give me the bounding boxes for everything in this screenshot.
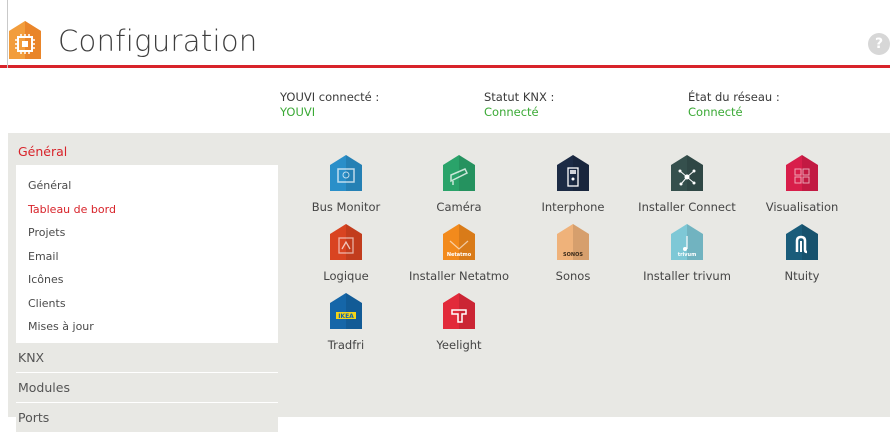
svg-text:SONOS: SONOS [563, 252, 583, 258]
status-label: Statut KNX : [484, 90, 555, 104]
visualisation-icon [786, 155, 818, 191]
help-icon[interactable]: ? [868, 33, 890, 55]
interphone-icon [557, 155, 589, 191]
camera-icon [443, 155, 475, 191]
svg-text:Netatmo: Netatmo [447, 252, 472, 258]
tradfri-icon: IKEA [330, 293, 362, 329]
sidebar-item-email[interactable]: Email [16, 245, 278, 269]
module-label: Yeelight [436, 338, 482, 352]
app-header: Configuration ? [0, 0, 890, 68]
module-tile-interphone[interactable]: Interphone [517, 154, 629, 214]
sidebar: Général Général Tableau de bord Projets … [16, 137, 278, 433]
status-label: YOUVI connecté : [280, 90, 380, 104]
page-title: Configuration [58, 24, 258, 58]
status-value: YOUVI [280, 105, 316, 119]
module-label: Installer Connect [638, 200, 736, 214]
sidebar-menu-general: Général Tableau de bord Projets Email Ic… [16, 168, 278, 343]
status-network: État du réseau : Connecté [688, 90, 780, 120]
module-label: Interphone [541, 200, 605, 214]
module-label: Caméra [436, 200, 482, 214]
sidebar-item-updates[interactable]: Mises à jour [16, 315, 278, 339]
status-knx: Statut KNX : Connecté [484, 90, 554, 120]
trivum-icon: trivum [671, 224, 703, 260]
sidebar-item-icons[interactable]: Icônes [16, 268, 278, 292]
module-label: Tradfri [327, 338, 365, 352]
status-value: Connecté [484, 105, 539, 119]
module-label: Installer Netatmo [408, 269, 510, 283]
sidebar-item-clients[interactable]: Clients [16, 292, 278, 316]
module-tile-yeelight[interactable]: Yeelight [403, 292, 515, 352]
logic-icon [330, 224, 362, 260]
sonos-icon: SONOS [557, 224, 589, 260]
module-tile-camera[interactable]: Caméra [403, 154, 515, 214]
module-label: Installer trivum [643, 269, 731, 283]
sidebar-item-general[interactable]: Général [16, 174, 278, 198]
module-label: Bus Monitor [311, 200, 381, 214]
module-label: Visualisation [765, 200, 839, 214]
svg-text:IKEA: IKEA [338, 313, 354, 320]
installer-connect-icon [671, 155, 703, 191]
status-youvi: YOUVI connecté : YOUVI [280, 90, 379, 120]
status-bar: YOUVI connecté : YOUVI Statut KNX : Conn… [8, 71, 890, 133]
module-label: Logique [323, 269, 369, 283]
module-tile-netatmo[interactable]: Netatmo Installer Netatmo [403, 223, 515, 283]
sidebar-section-ports[interactable]: Ports [16, 402, 278, 433]
netatmo-icon: Netatmo [443, 224, 475, 260]
svg-text:trivum: trivum [678, 252, 697, 258]
module-tile-bus-monitor[interactable]: Bus Monitor [290, 154, 402, 214]
module-tile-trivum[interactable]: trivum Installer trivum [631, 223, 743, 283]
module-tile-tradfri[interactable]: IKEA Tradfri [290, 292, 402, 352]
bus-monitor-icon [330, 155, 362, 191]
left-edge [0, 0, 8, 68]
sidebar-section-knx[interactable]: KNX [16, 342, 278, 373]
module-tile-ntuity[interactable]: Ntuity [746, 223, 858, 283]
yeelight-icon [443, 293, 475, 329]
sidebar-section-modules[interactable]: Modules [16, 372, 278, 403]
module-tile-visualisation[interactable]: Visualisation [746, 154, 858, 214]
ntuity-icon [786, 224, 818, 260]
module-tile-logic[interactable]: Logique [290, 223, 402, 283]
status-value: Connecté [688, 105, 743, 119]
sidebar-item-dashboard[interactable]: Tableau de bord [16, 198, 278, 222]
status-label: État du réseau : [688, 90, 780, 104]
sidebar-item-projects[interactable]: Projets [16, 221, 278, 245]
module-label: Sonos [555, 269, 591, 283]
sidebar-section-general[interactable]: Général [16, 137, 278, 168]
module-tile-installer-connect[interactable]: Installer Connect [631, 154, 743, 214]
configuration-icon [9, 21, 41, 59]
module-label: Ntuity [784, 269, 820, 283]
module-tile-sonos[interactable]: SONOS Sonos [517, 223, 629, 283]
